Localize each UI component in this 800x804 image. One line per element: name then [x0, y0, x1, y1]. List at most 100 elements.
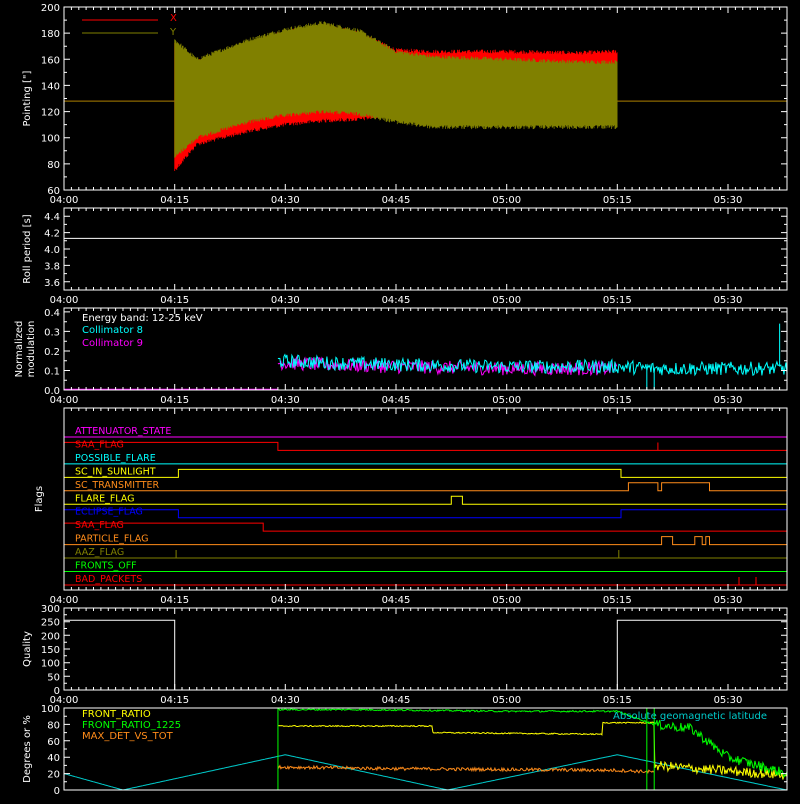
rhessi-quicklook-chart: 60 80 100 120 140 160 180 200 04:00 04:15 04:30 04:…: [14, 3, 788, 797]
0-x-tick-label: 04:30: [271, 195, 300, 206]
2-x-tick-label: 05:30: [714, 395, 743, 406]
flag-trace: [64, 536, 787, 546]
roll-y-label: Roll period [s]: [22, 214, 33, 283]
pointing-y-tick-label: 80: [47, 160, 60, 171]
flag-label: SAA_FLAG: [75, 520, 124, 531]
1-x-tick-label: 04:15: [160, 295, 189, 306]
2-x-tick-label: 05:00: [492, 395, 521, 406]
legend-y-label: Y: [169, 27, 177, 38]
quality-y-tick-label: 150: [41, 645, 60, 656]
quality-y-label: Quality: [22, 631, 33, 667]
1-x-tick-label: 05:15: [603, 295, 632, 306]
quality-y-tick-label: 250: [41, 618, 60, 629]
1-x-tick-label: 04:45: [382, 295, 411, 306]
geomag-latitude-label: Absolute geomagnetic latitude: [613, 711, 767, 722]
flag-label: FRONTS_OFF: [75, 561, 137, 572]
flag-label: FLARE_FLAG: [75, 493, 135, 504]
flag-label: POSSIBLE_FLARE: [75, 453, 156, 464]
roll-y-tick-label: 4.2: [44, 229, 60, 240]
pointing-y-tick-label: 180: [41, 29, 60, 40]
flag-trace: [64, 482, 787, 492]
roll-y-tick-label: 4.0: [44, 245, 60, 256]
pointing-y-tick-label: 140: [41, 81, 60, 92]
ratios-y-tick-label: 40: [47, 753, 60, 764]
legend-front-ratio-1225: FRONT_RATIO_1225: [82, 720, 181, 731]
front-ratio-series: [277, 721, 788, 780]
max-det-vs-tot-series: [277, 764, 655, 774]
2-x-tick-label: 04:30: [271, 395, 300, 406]
1-x-tick-label: 04:30: [271, 295, 300, 306]
quality-y-tick-label: 300: [41, 604, 60, 615]
flag-trace: [64, 441, 787, 451]
2-x-tick-label: 04:45: [382, 395, 411, 406]
4-x-tick-label: 05:30: [714, 695, 743, 706]
modulation-y-label-line1: Normalized: [14, 321, 25, 378]
pointing-y-tick-label: 160: [41, 55, 60, 66]
flag-trace: [64, 509, 787, 519]
0-x-tick-label: 04:00: [50, 195, 79, 206]
0-x-tick-label: 04:15: [160, 195, 189, 206]
ratios-y-label: Degrees or %: [22, 715, 33, 783]
0-x-tick-label: 05:15: [603, 195, 632, 206]
pointing-y-tick-label: 120: [41, 108, 60, 119]
0-x-tick-label: 04:45: [382, 195, 411, 206]
roll-y-tick-label: 3.8: [44, 261, 60, 272]
3-x-tick-label: 04:30: [271, 595, 300, 606]
flags-y-label: Flags: [34, 486, 45, 512]
4-x-tick-label: 04:45: [382, 695, 411, 706]
3-x-ticks: [63, 408, 788, 590]
modulation-y-label-line2: modulation: [26, 321, 37, 378]
4-x-tick-label: 05:15: [603, 695, 632, 706]
modulation-energy-band: Energy band: 12-25 keV: [82, 313, 203, 324]
1-x-ticks: [63, 208, 788, 290]
modulation-y-tick-label: 0.2: [44, 347, 60, 358]
legend-collimator9-label: Collimator 9: [82, 338, 143, 349]
4-x-tick-label: 05:00: [492, 695, 521, 706]
legend-x-label: X: [170, 13, 177, 24]
ratios-y-tick-label: 0: [54, 786, 60, 797]
flag-label: BAD_PACKETS: [75, 574, 142, 585]
2-x-tick-label: 05:15: [603, 395, 632, 406]
3-x-tick-label: 05:30: [714, 595, 743, 606]
2-x-tick-label: 04:00: [50, 395, 79, 406]
flag-trace: [64, 550, 787, 559]
flag-label: SC_IN_SUNLIGHT: [75, 466, 156, 477]
1-x-tick-label: 05:00: [492, 295, 521, 306]
flag-label: PARTICLE_FLAG: [75, 534, 148, 545]
modulation-y-tick-label: 0.3: [44, 327, 60, 338]
1-x-tick-label: 05:30: [714, 295, 743, 306]
ratios-y-tick-label: 100: [41, 704, 60, 715]
pointing-y-tick-label: 100: [41, 134, 60, 145]
roll-y-tick-label: 3.6: [44, 278, 60, 289]
pointing-y-tick-label: 200: [41, 3, 60, 14]
geomag-latitude-series: [63, 754, 788, 791]
modulation-y-tick-label: 0.4: [44, 308, 60, 319]
roll-y-ticks: [64, 207, 787, 291]
quality-y-tick-label: 50: [47, 672, 60, 683]
flag-trace: [64, 495, 787, 505]
flag-label: SAA_FLAG: [75, 439, 124, 450]
0-x-tick-label: 05:00: [492, 195, 521, 206]
4-x-tick-label: 04:30: [271, 695, 300, 706]
2-x-tick-label: 04:15: [160, 395, 189, 406]
flag-label: ATTENUATOR_STATE: [75, 426, 171, 437]
0-x-tick-label: 05:30: [714, 195, 743, 206]
flag-trace: [64, 468, 787, 478]
1-x-tick-label: 04:00: [50, 295, 79, 306]
flag-trace: [64, 522, 787, 532]
roll-frame: [63, 207, 788, 291]
legend-collimator8-label: Collimator 8: [82, 325, 143, 336]
legend-max-det-vs-tot: MAX_DET_VS_TOT: [82, 731, 174, 742]
quality-series: [64, 619, 787, 691]
ratios-y-tick-label: 80: [47, 720, 60, 731]
legend-front-ratio: FRONT_RATIO: [82, 709, 151, 720]
pointing-y-series: [174, 21, 618, 158]
ratios-y-tick-label: 60: [47, 737, 60, 748]
3-x-tick-label: 05:00: [492, 595, 521, 606]
flag-label: SC_TRANSMITTER: [75, 480, 160, 491]
flag-label: ECLIPSE_FLAG: [75, 507, 143, 518]
3-x-tick-label: 04:45: [382, 595, 411, 606]
flag-label: AAZ_FLAG: [75, 547, 124, 558]
roll-y-tick-label: 4.4: [44, 212, 60, 223]
3-x-tick-label: 04:15: [160, 595, 189, 606]
